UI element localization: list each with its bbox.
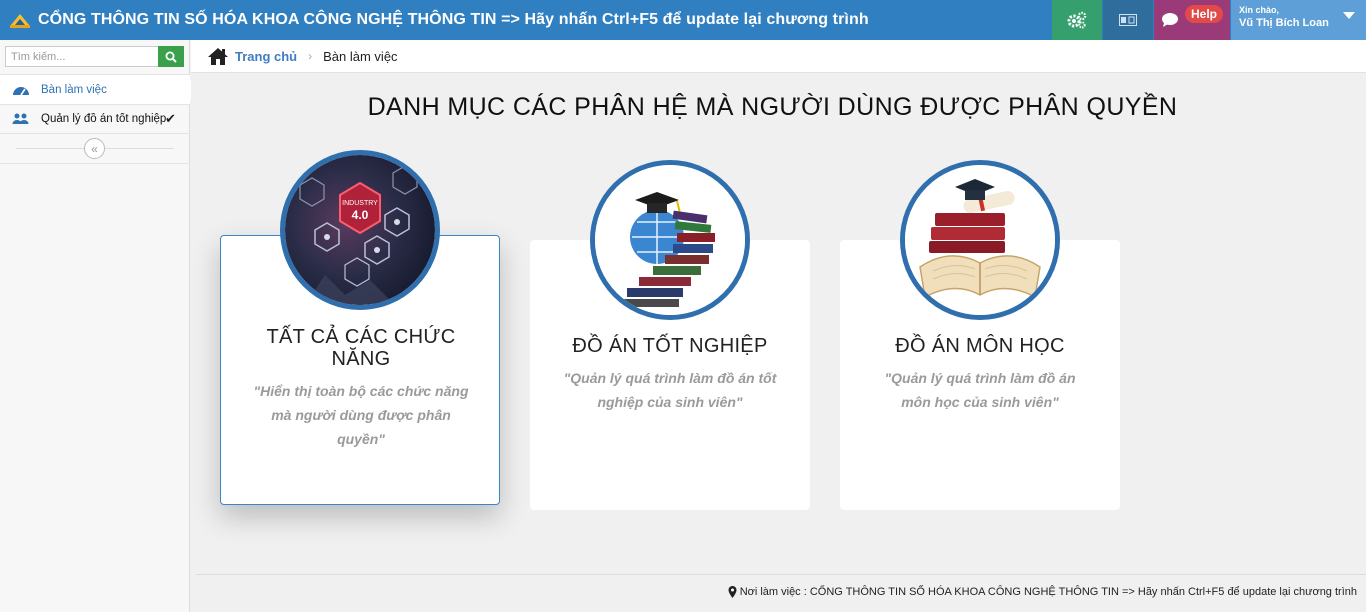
help-badge: Help <box>1184 5 1223 23</box>
graduation-books-image[interactable] <box>590 160 750 320</box>
brand[interactable]: CỔNG THÔNG TIN SỐ HÓA KHOA CÔNG NGHỆ THÔ… <box>9 0 869 40</box>
sidebar-item-label: Bàn làm việc <box>41 83 107 96</box>
divider <box>0 163 190 164</box>
home-icon[interactable] <box>207 47 229 66</box>
card-description: "Quản lý quá trình làm đồ án tốt nghiệp … <box>563 370 777 410</box>
footer: Nơi làm việc : CỔNG THÔNG TIN SỐ HÓA KHO… <box>196 574 1366 612</box>
footer-workplace: Nơi làm việc : CỔNG THÔNG TIN SỐ HÓA KHO… <box>728 586 1357 598</box>
card-title: ĐỒ ÁN MÔN HỌC <box>895 335 1065 357</box>
card-description: "Quản lý quá trình làm đồ án môn học của… <box>884 370 1076 410</box>
card-description: "Hiển thị toàn bộ các chức năng mà người… <box>253 383 469 447</box>
settings-button[interactable] <box>1052 0 1102 40</box>
card-title: ĐỒ ÁN TỐT NGHIỆP <box>572 335 768 357</box>
brand-logo-icon <box>10 14 30 28</box>
breadcrumb-home-link[interactable]: Trang chủ <box>235 49 297 64</box>
sidebar-item-quan-ly-do-an[interactable]: Quản lý đồ án tốt nghiệp ✔ <box>0 104 190 133</box>
expand-check-icon: ✔ <box>165 111 176 126</box>
language-icon <box>1119 14 1137 26</box>
svg-text:4.0: 4.0 <box>352 208 369 222</box>
users-icon <box>12 112 30 126</box>
double-chevron-left-icon: « <box>91 141 98 156</box>
top-header: CỔNG THÔNG TIN SỐ HÓA KHOA CÔNG NGHỆ THÔ… <box>0 0 1366 40</box>
sidebar: Bàn làm việc Quản lý đồ án tốt nghiệp ✔ … <box>0 40 191 612</box>
collapse-sidebar-button[interactable]: « <box>84 138 105 159</box>
sidebar-search <box>5 46 184 67</box>
search-input[interactable] <box>5 46 159 67</box>
search-icon <box>165 51 177 63</box>
svg-text:INDUSTRY: INDUSTRY <box>342 200 378 207</box>
map-pin-icon <box>728 586 737 598</box>
sidebar-item-ban-lam-viec[interactable]: Bàn làm việc <box>0 75 191 104</box>
language-button[interactable] <box>1103 0 1153 40</box>
footer-text: Nơi làm việc : CỔNG THÔNG TIN SỐ HÓA KHO… <box>739 586 1357 598</box>
divider <box>0 133 190 134</box>
industry-4-image[interactable]: INDUSTRY 4.0 <box>280 150 440 310</box>
page-title: DANH MỤC CÁC PHÂN HỆ MÀ NGƯỜI DÙNG ĐƯỢC … <box>367 93 1178 121</box>
sidebar-item-label: Quản lý đồ án tốt nghiệp <box>41 112 167 125</box>
app-title: CỔNG THÔNG TIN SỐ HÓA KHOA CÔNG NGHỆ THÔ… <box>38 11 869 28</box>
open-book-image[interactable] <box>900 160 1060 320</box>
settings-gears-icon <box>1067 11 1087 29</box>
user-menu[interactable]: Xin chào, Vũ Thị Bích Loan <box>1231 0 1366 40</box>
help-chat-button[interactable]: Help <box>1154 0 1230 40</box>
search-button[interactable] <box>158 46 184 67</box>
dashboard-icon <box>12 83 30 97</box>
breadcrumb-separator-icon: › <box>308 49 313 63</box>
card-title: TẤT CẢ CÁC CHỨC NĂNG <box>266 326 456 370</box>
chat-bubble-icon <box>1161 13 1178 27</box>
breadcrumb-current: Bàn làm việc <box>323 48 398 64</box>
breadcrumb: Trang chủ › Bàn làm việc <box>191 40 1366 73</box>
caret-down-icon <box>1343 12 1355 19</box>
